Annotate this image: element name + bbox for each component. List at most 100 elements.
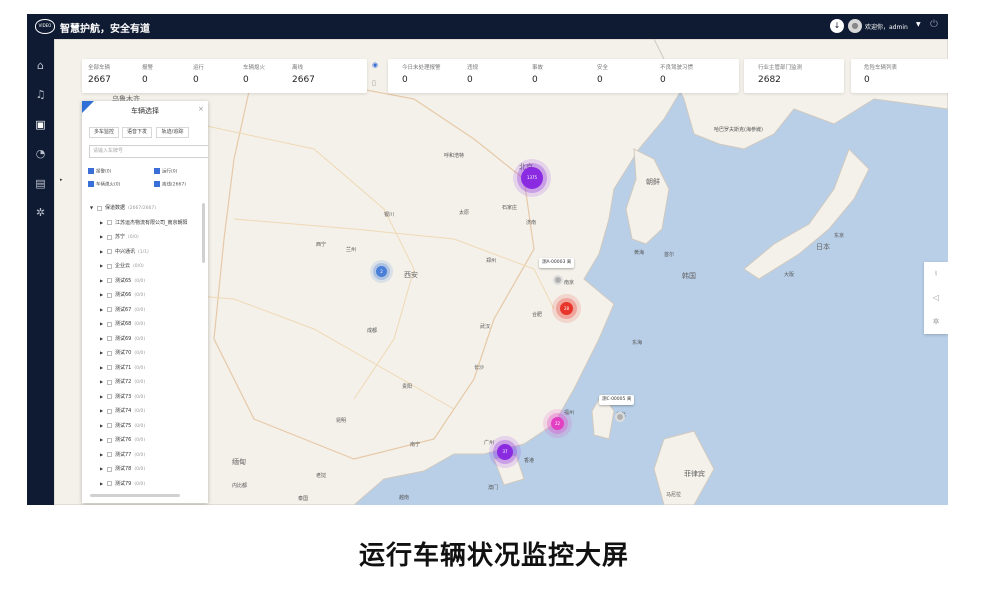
tree-checkbox[interactable] — [107, 278, 112, 283]
tree-checkbox[interactable] — [107, 365, 112, 370]
caret-right-icon[interactable]: ▶ — [100, 375, 103, 390]
caret-right-icon[interactable]: ▶ — [100, 419, 103, 434]
tree-checkbox[interactable] — [107, 350, 112, 356]
tree-checkbox[interactable] — [107, 481, 112, 486]
tree-checkbox[interactable] — [107, 408, 112, 414]
eye-icon[interactable]: ◉ — [372, 61, 378, 69]
tree-item[interactable]: ▶ 测试71 (0/0) — [86, 361, 204, 376]
tree-checkbox[interactable] — [107, 220, 112, 225]
tree-item[interactable]: ▶ 测试69 (0/0) — [86, 332, 204, 347]
tree-checkbox[interactable] — [107, 466, 112, 472]
tree-item[interactable]: ▶ 测试78 (0/0) — [86, 462, 204, 477]
tree-item[interactable]: ▶ 测试68 (0/0) — [86, 317, 204, 332]
caret-right-icon[interactable]: ▶ — [100, 303, 103, 318]
vehicle-cluster[interactable]: 22 — [551, 417, 564, 430]
tree-item[interactable]: ▶ 中兴通讯 (1/1) — [86, 245, 204, 260]
tree-checkbox[interactable] — [107, 307, 112, 312]
caret-right-icon[interactable]: ▶ — [100, 317, 103, 332]
tree-item[interactable]: ▶ 测试67 (0/0) — [86, 303, 204, 318]
caret-right-icon[interactable]: ▶ — [100, 346, 103, 361]
tree-checkbox[interactable] — [107, 263, 112, 269]
tree-checkbox[interactable] — [107, 452, 112, 457]
map-view[interactable]: 全部车辆 2667 报警 0 运行 0 车辆熄火 0 离线 2667 ◉ ▯ 今日未处理报… — [54, 39, 948, 505]
settings-icon[interactable]: ✲ — [33, 205, 48, 220]
tree-checkbox[interactable] — [107, 379, 112, 385]
vehicle-marker[interactable] — [615, 412, 625, 422]
caret-right-icon[interactable]: ▶ — [100, 332, 103, 347]
tree-item[interactable]: ▶ 测试75 (0/0) — [86, 419, 204, 434]
stat-engine-off[interactable]: 车辆熄火 0 — [243, 63, 265, 85]
tree-checkbox[interactable] — [107, 292, 112, 298]
caret-right-icon[interactable]: ▶ — [100, 245, 103, 260]
sidebar-expand-icon[interactable]: ▸ — [60, 177, 63, 183]
caret-right-icon[interactable]: ▶ — [100, 361, 103, 376]
vehicle-cluster[interactable]: 37 — [497, 444, 513, 460]
stat-offline[interactable]: 离线 2667 — [292, 63, 315, 85]
tree-item[interactable]: ▶ 测试77 (0/0) — [86, 448, 204, 463]
speaker-icon[interactable]: ◁ — [930, 292, 942, 304]
download-icon[interactable]: ↓ — [830, 19, 844, 33]
caret-right-icon[interactable]: ▶ — [100, 230, 103, 245]
power-icon[interactable]: ⏻ — [930, 19, 938, 30]
tree-checkbox[interactable] — [107, 394, 112, 399]
stat-bad-driving[interactable]: 不良驾驶习惯 0 — [660, 63, 693, 85]
caret-right-icon[interactable]: ▶ — [100, 259, 103, 274]
tree-item[interactable]: ▶ 测试66 (0/0) — [86, 288, 204, 303]
vehicle-cluster[interactable]: 2 — [376, 266, 387, 277]
filter-offline[interactable]: 离线(2667) — [154, 181, 186, 188]
filter-alarm[interactable]: 报警(0) — [88, 168, 111, 175]
trash-icon[interactable]: ▯ — [372, 79, 376, 87]
vehicle-cluster[interactable]: 1375 — [521, 167, 543, 189]
vehicle-cluster[interactable]: 28 — [560, 302, 573, 315]
user-dropdown-icon[interactable]: ▼ — [916, 21, 921, 28]
stat-alarm[interactable]: 报警 0 — [142, 63, 153, 85]
caret-right-icon[interactable]: ▶ — [100, 288, 103, 303]
stat-safety[interactable]: 安全 0 — [597, 63, 608, 85]
vehicle-callout[interactable]: 测A·00003 离 — [539, 258, 575, 268]
tree-checkbox[interactable] — [107, 423, 112, 428]
tree-item[interactable]: ▶ 测试70 (0/0) — [86, 346, 204, 361]
filter-running[interactable]: 运行(0) — [154, 168, 177, 175]
caret-right-icon[interactable]: ▶ — [100, 462, 103, 477]
tree-item[interactable]: ▶ 测试72 (0/0) — [86, 375, 204, 390]
tree-checkbox[interactable] — [107, 437, 112, 443]
report-icon[interactable]: ▤ — [33, 176, 48, 191]
tab-track[interactable]: 轨迹/追踪 — [156, 127, 189, 138]
tree-checkbox[interactable] — [107, 321, 112, 327]
vehicle-marker[interactable] — [553, 275, 563, 285]
tree-checkbox[interactable] — [107, 336, 112, 341]
filter-engine-off[interactable]: 车辆熄火(0) — [88, 181, 120, 188]
tab-voice[interactable]: 语音下发 — [122, 127, 152, 138]
home-icon[interactable]: ⌂ — [33, 58, 48, 73]
caret-right-icon[interactable]: ▶ — [100, 477, 103, 492]
monitor-icon[interactable]: ▣ — [33, 117, 48, 132]
avatar-icon[interactable]: ● — [848, 19, 862, 33]
caret-down-icon[interactable]: ▼ — [90, 201, 93, 216]
gear-icon[interactable]: ✲ — [930, 316, 942, 328]
horizontal-scrollbar[interactable] — [90, 494, 180, 497]
caret-right-icon[interactable]: ▶ — [100, 390, 103, 405]
caret-right-icon[interactable]: ▶ — [100, 433, 103, 448]
tree-item[interactable]: ▶ 企业云 (0/0) — [86, 259, 204, 274]
tree-checkbox[interactable] — [107, 249, 112, 254]
caret-right-icon[interactable]: ▶ — [100, 274, 103, 289]
plate-search-input[interactable]: 请输入车牌号 — [89, 145, 208, 158]
caret-right-icon[interactable]: ▶ — [100, 404, 103, 419]
tree-item[interactable]: ▶ 测试65 (0/0) — [86, 274, 204, 289]
alarm-bell-icon[interactable]: ♮ — [930, 268, 942, 280]
tree-item[interactable]: ▶ 测试79 (0/0) — [86, 477, 204, 492]
tree-item[interactable]: ▶ 测试74 (0/0) — [86, 404, 204, 419]
bell-icon[interactable]: ♫ — [33, 87, 48, 102]
tree-root-item[interactable]: ▼ 保道数据 (2667/2667) — [86, 201, 204, 216]
stat-unhandled-alarm[interactable]: 今日未处理报警 0 — [402, 63, 441, 85]
tree-checkbox[interactable] — [97, 205, 102, 211]
tree-item[interactable]: ▶ 江苏运杰物流有限公司_南京朝阳 — [86, 216, 204, 231]
tree-item[interactable]: ▶ 测试76 (0/0) — [86, 433, 204, 448]
vehicle-callout[interactable]: 测C·00005 离 — [599, 395, 635, 405]
vertical-scrollbar[interactable] — [202, 203, 205, 263]
stat-violation[interactable]: 违规 0 — [467, 63, 478, 85]
danger-vehicle-card[interactable]: 危险车辆列表 0 — [851, 59, 948, 93]
tree-item[interactable]: ▶ 测试73 (0/0) — [86, 390, 204, 405]
industry-monitor-card[interactable]: 行业主管部门监测 2682 — [744, 59, 844, 93]
stat-accident[interactable]: 事故 0 — [532, 63, 543, 85]
